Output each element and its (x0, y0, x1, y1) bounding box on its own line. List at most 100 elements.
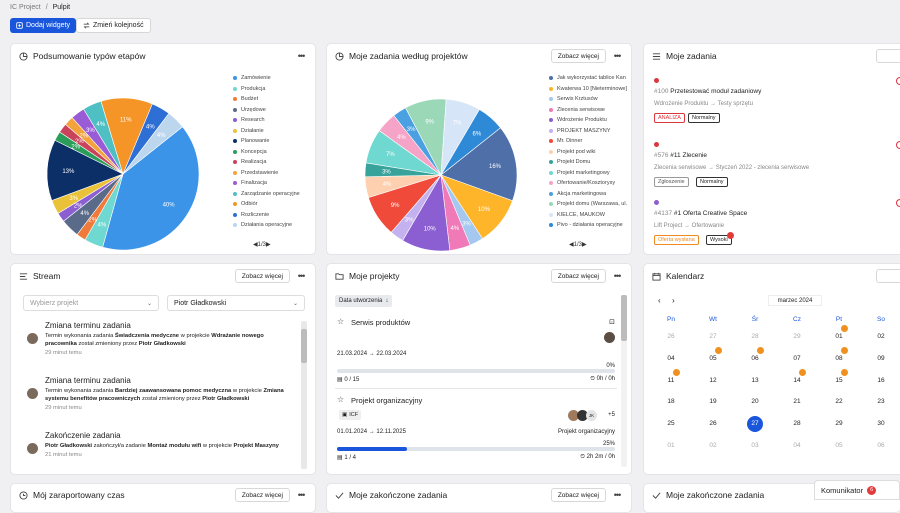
task-item[interactable]: #576 #11 Zlecenie Zlecenia serwisowe → S… (654, 141, 896, 187)
calendar-day[interactable]: 02 (871, 333, 891, 340)
task-item[interactable]: #4137 #1 Oferta Creative Space Lift Proj… (654, 199, 896, 251)
widget-menu-icon[interactable]: ••• (295, 271, 307, 281)
tasks-pager[interactable]: ◀1/3▶ (569, 241, 587, 248)
event-user-link[interactable]: Piotr Gładkowski (202, 396, 249, 402)
calendar-day[interactable]: 09 (871, 355, 891, 362)
legend-item[interactable]: Produkcja (233, 84, 300, 95)
legend-item[interactable]: Mr. Dinner (549, 136, 627, 147)
legend-item[interactable]: Wdrożenie Produktu (549, 115, 627, 126)
calendar-day[interactable]: 29 (787, 333, 807, 340)
calendar-day[interactable]: 26 (703, 420, 723, 427)
prev-month-button[interactable]: ‹ (658, 296, 661, 305)
legend-item[interactable]: Realizacja (233, 157, 300, 168)
stages-pager[interactable]: ◀1/3▶ (253, 241, 271, 248)
task-item[interactable]: #100 Przetestować moduł zadaniowy Wdroże… (654, 77, 896, 123)
add-widgets-button[interactable]: Dodaj widgety (10, 18, 76, 33)
calendar-day[interactable]: 07 (787, 355, 807, 362)
calendar-day[interactable]: 21 (787, 398, 807, 405)
event-user-link[interactable]: Piotr Gładkowski (139, 341, 186, 347)
widget-menu-icon[interactable]: ••• (295, 490, 307, 500)
stream-event[interactable]: Zakończenie zadania Piotr Gładkowski zak… (27, 431, 293, 471)
calendar-day[interactable]: 08 (829, 355, 849, 362)
legend-item[interactable]: Zarządzanie operacyjne (233, 189, 300, 200)
star-icon[interactable]: ☆ (337, 317, 344, 326)
calendar-day[interactable]: 28 (787, 420, 807, 427)
star-icon[interactable]: ☆ (337, 395, 344, 404)
calendar-day[interactable]: 22 (829, 398, 849, 405)
legend-item[interactable]: Planowanie (233, 136, 300, 147)
legend-item[interactable]: Zlecenia serwisowe (549, 105, 627, 116)
next-month-button[interactable]: › (672, 296, 675, 305)
event-task-link[interactable]: Montaż modułu wifi (147, 443, 201, 449)
unlock-icon[interactable]: ⊡ (609, 318, 615, 326)
project-item[interactable]: ☆ Projekt organizacyjny ▣ ICF JK +5 01.0… (337, 395, 615, 466)
legend-item[interactable]: Pivo - działania operacyjne (549, 220, 627, 231)
sort-button[interactable]: Data utworzenia ↓ (335, 295, 393, 307)
change-order-button[interactable]: Zmień kolejność (76, 18, 151, 33)
legend-item[interactable]: Finalizacja (233, 178, 300, 189)
calendar-day[interactable]: 19 (703, 398, 723, 405)
calendar-day[interactable]: 02 (703, 442, 723, 449)
event-dot[interactable] (799, 369, 806, 376)
see-more-button[interactable] (876, 269, 900, 283)
event-user-link[interactable]: Piotr Gładkowski (45, 443, 92, 449)
event-dot[interactable] (757, 347, 764, 354)
legend-item[interactable]: PROJEKT MASZYNY (549, 126, 627, 137)
legend-item[interactable]: KIELCE, MAUKOW (549, 210, 627, 221)
legend-item[interactable]: Przedstawienie (233, 168, 300, 179)
event-dot[interactable] (841, 347, 848, 354)
calendar-day[interactable]: 13 (745, 377, 765, 384)
breadcrumb-project[interactable]: IC Project (10, 4, 41, 11)
projects-scrollbar[interactable] (621, 295, 627, 467)
legend-item[interactable]: Kwaterwa 10 [Nieterminowe] (549, 84, 627, 95)
widget-menu-icon[interactable]: ••• (611, 271, 623, 281)
scrollbar-thumb[interactable] (621, 295, 627, 341)
legend-item[interactable]: Rozliczenie (233, 210, 300, 221)
stream-event[interactable]: Zmiana terminu zadania Termin wykonania … (27, 376, 293, 421)
legend-item[interactable]: Projekt Domu (549, 157, 627, 168)
calendar-day[interactable]: 30 (871, 420, 891, 427)
calendar-day[interactable]: 05 (703, 355, 723, 362)
calendar-day[interactable]: 04 (661, 355, 681, 362)
members-extra[interactable]: +5 (608, 412, 615, 418)
calendar-day[interactable]: 06 (871, 442, 891, 449)
legend-item[interactable]: Działania operacyjne (233, 220, 300, 231)
calendar-day[interactable]: 18 (661, 398, 681, 405)
calendar-day[interactable]: 05 (829, 442, 849, 449)
calendar-day[interactable]: 23 (871, 398, 891, 405)
project-filter-select[interactable]: Wybierz projekt ⌄ (23, 295, 159, 311)
calendar-day[interactable]: 27 (703, 333, 723, 340)
stream-event[interactable]: Zmiana terminu zadania Termin wykonania … (27, 321, 293, 366)
calendar-day[interactable]: 06 (745, 355, 765, 362)
calendar-day[interactable]: 11 (661, 377, 681, 384)
calendar-day[interactable]: 04 (787, 442, 807, 449)
legend-item[interactable]: Akcja marketingowa (549, 189, 627, 200)
see-more-button[interactable]: Zobacz więcej (550, 269, 606, 283)
widget-menu-icon[interactable]: ••• (611, 490, 623, 500)
event-dot[interactable] (715, 347, 722, 354)
calendar-day[interactable]: 14 (787, 377, 807, 384)
calendar-day[interactable]: 12 (703, 377, 723, 384)
legend-item[interactable]: Projekt marketingowy (549, 168, 627, 179)
user-filter-select[interactable]: Piotr Gładkowski ⌄ (167, 295, 305, 311)
calendar-day[interactable]: 26 (661, 333, 681, 340)
legend-item[interactable]: Ofertowanie/Kosztorysy (549, 178, 627, 189)
calendar-day[interactable]: 16 (871, 377, 891, 384)
legend-item[interactable]: Koncepcja (233, 147, 300, 158)
scrollbar-thumb[interactable] (301, 329, 307, 363)
event-task-link[interactable]: Bardziej zaawansowana pomoc medyczna (115, 388, 231, 394)
event-dot[interactable] (841, 325, 848, 332)
legend-item[interactable]: Projekt pod wiki (549, 147, 627, 158)
event-project-link[interactable]: Projekt Maszyny (233, 443, 278, 449)
legend-item[interactable]: Serwis Krztusów (549, 94, 627, 105)
legend-item[interactable]: Urzędowe (233, 105, 300, 116)
calendar-day[interactable]: 01 (829, 333, 849, 340)
legend-item[interactable]: Zamówienie (233, 73, 300, 84)
calendar-day[interactable]: 01 (661, 442, 681, 449)
event-task-link[interactable]: Świadczenia medyczne (115, 333, 179, 339)
calendar-day[interactable]: 29 (829, 420, 849, 427)
calendar-day[interactable]: 25 (661, 420, 681, 427)
legend-item[interactable]: Odbiór (233, 199, 300, 210)
legend-item[interactable]: Budżet (233, 94, 300, 105)
stream-scrollbar[interactable] (301, 321, 307, 469)
